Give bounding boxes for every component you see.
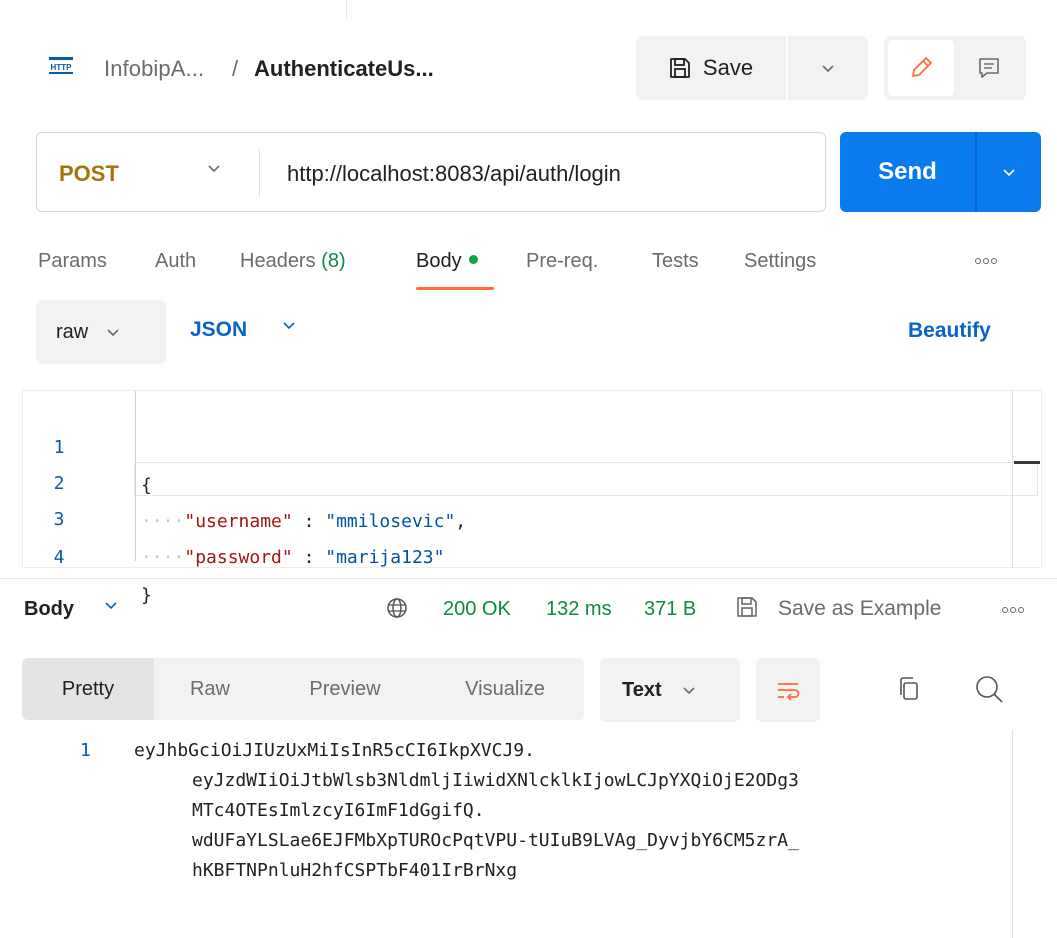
pencil-icon bbox=[912, 57, 932, 77]
beautify-button[interactable]: Beautify bbox=[908, 319, 991, 343]
body-mode-label: raw bbox=[56, 320, 89, 343]
line-number: 4 bbox=[53, 547, 65, 568]
tab-body[interactable]: Body bbox=[416, 250, 478, 273]
comment-icon bbox=[979, 58, 999, 78]
tab-headers[interactable]: Headers (8) bbox=[240, 250, 346, 273]
save-icon bbox=[670, 58, 690, 78]
tab-params[interactable]: Params bbox=[38, 250, 107, 273]
method-select[interactable]: POST bbox=[59, 161, 119, 187]
more-options-icon[interactable] bbox=[975, 258, 997, 264]
chevron-down-icon[interactable] bbox=[207, 163, 221, 173]
view-tab-preview[interactable]: Preview bbox=[286, 658, 404, 720]
body-mode-select[interactable]: raw bbox=[36, 300, 166, 364]
response-size[interactable]: 371 B bbox=[644, 598, 696, 621]
http-icon: HTTP bbox=[49, 57, 73, 74]
globe-icon[interactable] bbox=[386, 597, 408, 619]
tab-headers-label: Headers bbox=[240, 250, 316, 272]
comments-mode-button[interactable] bbox=[956, 40, 1022, 96]
json-value: "marija123" bbox=[325, 547, 445, 568]
copy-icon[interactable] bbox=[898, 676, 920, 702]
response-status[interactable]: 200 OK bbox=[443, 598, 511, 621]
body-language-select[interactable]: JSON bbox=[190, 318, 247, 342]
response-format-label: Text bbox=[622, 678, 662, 701]
response-more-icon[interactable] bbox=[1002, 607, 1024, 613]
code-line: 2 ····"username" : "mmilosevic", bbox=[23, 427, 1033, 532]
chevron-down-icon bbox=[107, 329, 119, 337]
wrap-lines-button[interactable] bbox=[756, 658, 820, 722]
search-icon[interactable] bbox=[974, 674, 1004, 704]
code-text: } bbox=[141, 585, 152, 606]
chevron-down-icon[interactable] bbox=[282, 320, 296, 330]
tab-settings[interactable]: Settings bbox=[744, 250, 816, 273]
response-line: wdUFaYLSLae6EJFMbXpTUROcPqtVPU-tUIuB9LVA… bbox=[192, 830, 799, 851]
request-header: HTTP InfobipA... / AuthenticateUs... Sav… bbox=[36, 36, 1026, 100]
view-tab-raw[interactable]: Raw bbox=[154, 658, 266, 720]
send-button-group: Send bbox=[840, 132, 1041, 212]
send-options-button[interactable] bbox=[977, 132, 1041, 212]
save-as-example-button[interactable]: Save as Example bbox=[778, 597, 941, 621]
response-line: eyJzdWIiOiJtbWlsb3NldmljIiwidXNlcklkIjow… bbox=[192, 770, 799, 791]
chevron-down-icon bbox=[1003, 169, 1015, 177]
breadcrumb-request-name[interactable]: AuthenticateUs... bbox=[254, 56, 434, 82]
pane-divider bbox=[346, 0, 347, 18]
response-scrollbar[interactable] bbox=[1012, 730, 1013, 938]
url-bar: POST http://localhost:8083/api/auth/logi… bbox=[36, 132, 826, 212]
code-line: 4 } bbox=[23, 501, 1033, 606]
response-format-select[interactable]: Text bbox=[600, 658, 740, 722]
tab-prereq[interactable]: Pre-req. bbox=[526, 250, 598, 273]
response-line: hKBFTNPnluH2hfCSPTbF401IrBrNxg bbox=[192, 860, 518, 881]
json-colon: : bbox=[292, 547, 326, 568]
chevron-down-icon[interactable] bbox=[104, 600, 118, 610]
breadcrumb-separator: / bbox=[232, 56, 239, 81]
wrap-lines-icon bbox=[778, 683, 800, 701]
line-number: 1 bbox=[80, 740, 91, 761]
view-mode-toggle bbox=[884, 36, 1026, 100]
scrollbar-cursor-marker bbox=[1014, 461, 1040, 464]
tab-tests[interactable]: Tests bbox=[652, 250, 699, 273]
send-button[interactable]: Send bbox=[840, 132, 975, 212]
code-text: ····"password" : "marija123" bbox=[141, 547, 445, 568]
response-body[interactable]: eyJhbGciOiJIUzUxMiIsInR5cCI6IkpXVCJ9. ey… bbox=[134, 736, 1014, 886]
current-line-highlight bbox=[134, 462, 1038, 496]
url-input[interactable]: http://localhost:8083/api/auth/login bbox=[287, 161, 621, 187]
save-button[interactable]: Save bbox=[636, 36, 786, 100]
active-tab-indicator bbox=[416, 287, 494, 290]
response-line: eyJhbGciOiJIUzUxMiIsInR5cCI6IkpXVCJ9. bbox=[134, 740, 535, 761]
url-divider bbox=[259, 149, 260, 197]
chevron-down-icon bbox=[683, 687, 695, 695]
save-button-group: Save bbox=[636, 36, 868, 100]
tab-auth[interactable]: Auth bbox=[155, 250, 196, 273]
response-time[interactable]: 132 ms bbox=[546, 598, 612, 621]
edit-mode-button[interactable] bbox=[888, 40, 954, 96]
response-section-select[interactable]: Body bbox=[24, 598, 74, 621]
body-indicator-dot bbox=[468, 255, 478, 265]
headers-count: (8) bbox=[321, 250, 346, 272]
tab-body-label: Body bbox=[416, 250, 462, 272]
save-label: Save bbox=[702, 55, 754, 80]
pane-splitter[interactable] bbox=[0, 578, 1057, 579]
save-options-button[interactable] bbox=[788, 36, 868, 100]
code-line: 1 { bbox=[23, 391, 1033, 496]
chevron-down-icon bbox=[822, 65, 834, 73]
save-icon[interactable] bbox=[736, 596, 758, 618]
view-tab-pretty[interactable]: Pretty bbox=[22, 658, 154, 720]
editor-scrollbar[interactable] bbox=[1012, 390, 1013, 568]
breadcrumb-collection[interactable]: InfobipA... bbox=[104, 56, 204, 82]
json-key: "password" bbox=[184, 547, 293, 568]
response-view-tabs: Pretty Raw Preview Visualize bbox=[22, 658, 584, 720]
view-tab-visualize[interactable]: Visualize bbox=[442, 658, 568, 720]
svg-text:HTTP: HTTP bbox=[51, 63, 73, 72]
response-line: MTc4OTEsImlzcyI6ImF1dGgifQ. bbox=[192, 800, 485, 821]
